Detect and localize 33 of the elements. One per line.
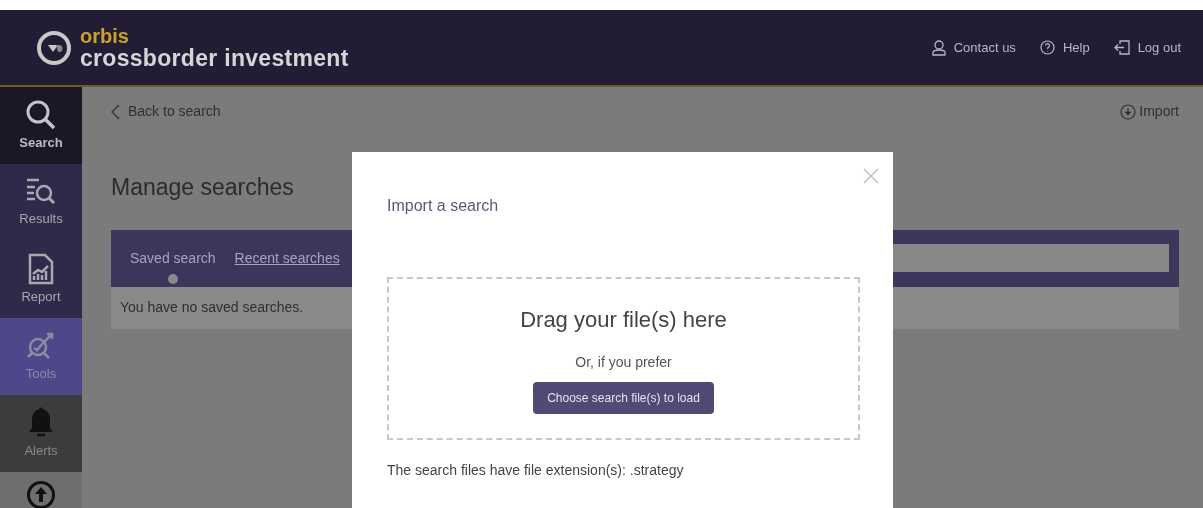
- sidebar-item[interactable]: Report: [0, 241, 82, 318]
- search-icon: [25, 98, 57, 131]
- bell-icon: [27, 406, 55, 439]
- import-link[interactable]: Import: [1120, 101, 1179, 122]
- logout-icon: [1113, 40, 1130, 55]
- tab[interactable]: Recent searches: [234, 232, 340, 284]
- sidebar-item[interactable]: Alerts: [0, 395, 82, 472]
- modal-title: Import a search: [387, 196, 500, 216]
- sidebar-item[interactable]: Search: [0, 87, 82, 164]
- back-link[interactable]: Back to search: [111, 101, 221, 122]
- upload-icon: [26, 480, 56, 508]
- close-icon: [863, 168, 879, 184]
- person-icon: [931, 39, 946, 56]
- drop-zone[interactable]: Drag your file(s) here Or, if you prefer Choose search file(s) to load: [387, 277, 860, 441]
- product-name: crossborder investment: [80, 45, 349, 70]
- logo-icon: [36, 29, 72, 66]
- header-link[interactable]: Help: [1039, 37, 1090, 58]
- tab[interactable]: Saved search: [130, 232, 216, 284]
- page-title: Manage searches: [111, 174, 294, 202]
- drop-text: Drag your file(s) here: [520, 306, 727, 335]
- brand-name: orbis: [80, 25, 130, 46]
- results-icon: [25, 176, 57, 207]
- extension-note: The search files have file extension(s): .strategy: [387, 461, 685, 481]
- header-link[interactable]: Contact us: [931, 37, 1016, 58]
- download-icon: [1120, 103, 1137, 120]
- choose-file-button[interactable]: Choose search file(s) to load: [533, 382, 714, 415]
- report-icon: [28, 252, 54, 285]
- sidebar-item[interactable]: Results: [0, 164, 82, 241]
- alternative-text: Or, if you prefer: [575, 353, 672, 373]
- header-link[interactable]: Log out: [1113, 37, 1181, 58]
- chevron-icon: [111, 103, 120, 120]
- empty-message: You have no saved searches.: [120, 298, 304, 318]
- help-icon: [1039, 40, 1055, 55]
